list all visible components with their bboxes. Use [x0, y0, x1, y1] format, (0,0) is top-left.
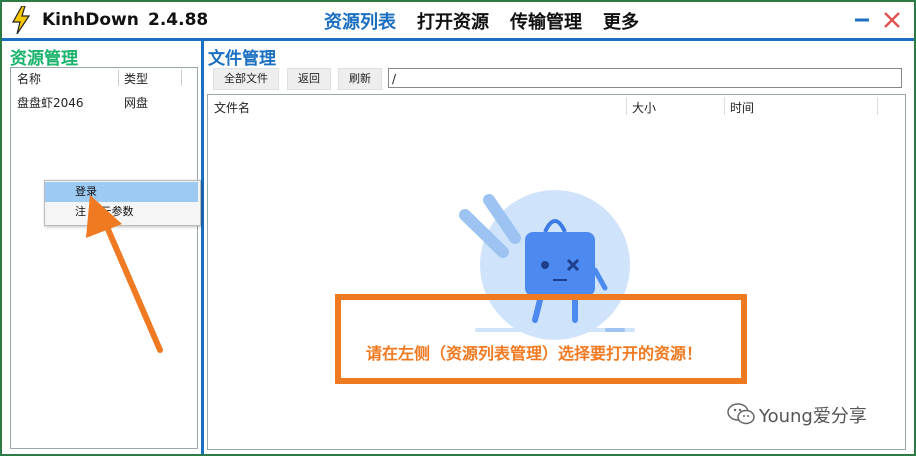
column-divider — [626, 97, 627, 115]
panel-divider[interactable] — [201, 41, 204, 454]
column-header-name[interactable]: 名称 — [17, 70, 41, 87]
resource-row-type[interactable]: 网盘 — [124, 94, 148, 111]
column-header-type[interactable]: 类型 — [124, 70, 148, 87]
right-panel-title: 文件管理 — [208, 49, 276, 69]
column-header-time[interactable]: 时间 — [730, 99, 754, 116]
column-divider — [181, 70, 182, 86]
left-panel-title: 资源管理 — [10, 49, 78, 69]
callout-box — [335, 294, 747, 384]
back-button[interactable]: 返回 — [287, 68, 331, 90]
column-divider — [877, 97, 878, 115]
path-input[interactable]: / — [388, 68, 902, 88]
app-version: 2.4.88 — [148, 10, 209, 30]
menu-more[interactable]: 更多 — [603, 8, 639, 34]
all-files-button[interactable]: 全部文件 — [213, 68, 279, 90]
menu-resource-list[interactable]: 资源列表 — [324, 8, 396, 34]
annotation-arrow — [86, 195, 163, 353]
column-divider — [118, 70, 119, 86]
column-header-size[interactable]: 大小 — [632, 99, 656, 116]
refresh-button[interactable]: 刷新 — [338, 68, 382, 90]
column-divider — [724, 97, 725, 115]
resource-row-name[interactable]: 盘盘虾2046 — [17, 94, 84, 111]
lightning-logo-icon — [11, 6, 31, 34]
close-icon[interactable] — [882, 10, 902, 30]
app-name: KinhDown — [42, 10, 139, 30]
column-header-filename[interactable]: 文件名 — [214, 99, 250, 116]
menu-open-resource[interactable]: 打开资源 — [417, 8, 489, 34]
title-separator — [2, 38, 914, 41]
title-bar: KinhDown 2.4.88 资源列表 打开资源 传输管理 更多 — [2, 2, 914, 38]
menu-transfer-manager[interactable]: 传输管理 — [510, 8, 582, 34]
empty-message: 请在左侧（资源列表管理）选择要打开的资源！ — [366, 344, 703, 363]
watermark-text: Young爱分享 — [759, 406, 867, 427]
wechat-icon — [727, 403, 755, 425]
minimize-icon[interactable] — [852, 10, 872, 30]
